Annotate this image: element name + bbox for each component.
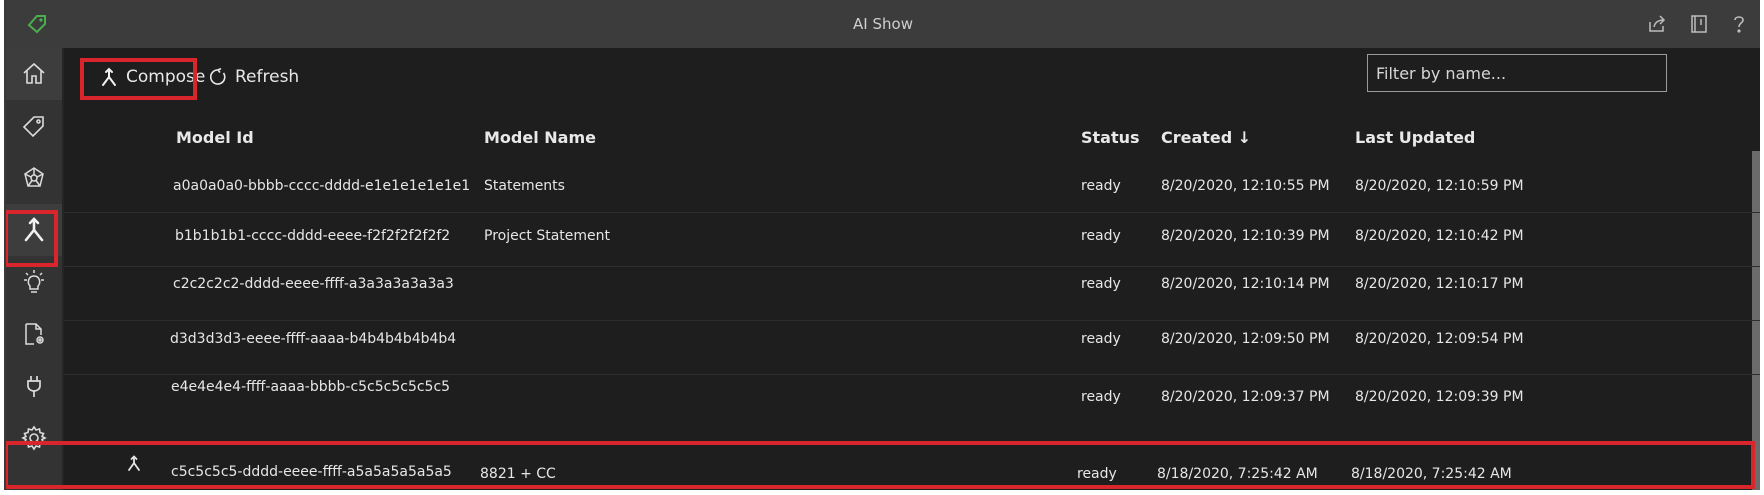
home-icon (23, 62, 45, 84)
plug-icon (27, 376, 41, 397)
model-icon (24, 167, 44, 187)
last-updated-cell: 8/18/2020, 7:25:42 AM (1351, 466, 1512, 482)
sidebar-item-model[interactable] (6, 152, 62, 204)
last-updated-cell: 8/20/2020, 12:10:17 PM (1355, 276, 1524, 292)
filter-input[interactable] (1367, 54, 1667, 92)
window-title: AI Show (853, 15, 913, 33)
title-bar: AI Show (6, 0, 1760, 49)
app-window: AI Show Compose Refresh Filter by name..… (4, 0, 1760, 490)
status-cell: ready (1081, 276, 1121, 292)
sidebar-item-settings[interactable] (6, 412, 62, 464)
sidebar-item-tags[interactable] (6, 100, 62, 152)
created-cell: 8/18/2020, 7:25:42 AM (1157, 466, 1318, 482)
column-header-last-updated[interactable]: Last Updated (1355, 128, 1475, 147)
last-updated-cell: 8/20/2020, 12:10:42 PM (1355, 228, 1524, 244)
compose-label: Compose (126, 67, 206, 87)
compose-icon (102, 67, 116, 86)
compose-icon (24, 217, 44, 242)
sidebar-item-document-settings[interactable] (6, 308, 62, 360)
book-icon[interactable] (1688, 13, 1710, 39)
column-header-created[interactable]: Created ↓ (1161, 128, 1251, 147)
sidebar-item-predict[interactable] (6, 256, 62, 308)
created-cell: 8/20/2020, 12:10:39 PM (1161, 228, 1330, 244)
model-id-cell: c2c2c2c2-dddd-eeee-ffff-a3a3a3a3a3a3 (173, 276, 454, 292)
model-name-cell: 8821 + CC (480, 466, 556, 482)
last-updated-cell: 8/20/2020, 12:09:39 PM (1355, 389, 1524, 405)
column-header-model-name[interactable]: Model Name (484, 128, 596, 147)
sidebar-item-home[interactable] (6, 48, 62, 100)
status-cell: ready (1081, 389, 1121, 405)
column-header-model-id[interactable]: Model Id (176, 128, 254, 147)
gear-icon (21, 425, 47, 451)
sidebar (6, 48, 62, 490)
help-icon[interactable] (1728, 13, 1750, 39)
table-row[interactable]: e4e4e4e4-ffff-aaaa-bbbb-c5c5c5c5c5c5 rea… (64, 374, 1760, 444)
table-row[interactable]: b1b1b1b1-cccc-dddd-eeee-f2f2f2f2f2f2 Pro… (64, 212, 1760, 267)
sidebar-item-connections[interactable] (6, 360, 62, 412)
compose-button[interactable]: Compose (100, 64, 205, 90)
refresh-icon (210, 68, 226, 85)
last-updated-cell: 8/20/2020, 12:10:59 PM (1355, 178, 1524, 194)
tag-icon (22, 116, 44, 138)
status-cell: ready (1081, 178, 1121, 194)
table-row[interactable]: c2c2c2c2-dddd-eeee-ffff-a3a3a3a3a3a3 rea… (64, 266, 1760, 321)
status-cell: ready (1081, 331, 1121, 347)
sidebar-item-compose[interactable] (6, 204, 62, 256)
composed-model-icon (126, 454, 142, 476)
column-header-status[interactable]: Status (1081, 128, 1140, 147)
model-id-cell: b1b1b1b1-cccc-dddd-eeee-f2f2f2f2f2f2 (175, 228, 451, 244)
table-row-composed-model[interactable]: c5c5c5c5-dddd-eeee-ffff-a5a5a5a5a5a5 882… (64, 444, 1760, 490)
status-cell: ready (1077, 466, 1117, 482)
table-row[interactable]: a0a0a0a0-bbbb-cccc-dddd-e1e1e1e1e1e1 Sta… (64, 158, 1760, 213)
status-cell: ready (1081, 228, 1121, 244)
model-id-cell: c5c5c5c5-dddd-eeee-ffff-a5a5a5a5a5a5 (171, 464, 452, 480)
model-id-cell: e4e4e4e4-ffff-aaaa-bbbb-c5c5c5c5c5c5 (171, 379, 451, 395)
model-id-cell: a0a0a0a0-bbbb-cccc-dddd-e1e1e1e1e1e1 (173, 178, 471, 194)
model-name-cell: Project Statement (484, 228, 611, 244)
document-settings-icon (25, 323, 44, 345)
created-cell: 8/20/2020, 12:09:50 PM (1161, 331, 1330, 347)
model-name-cell: Statements (484, 178, 565, 194)
lightbulb-icon (24, 270, 44, 293)
model-id-cell: d3d3d3d3-eeee-ffff-aaaa-b4b4b4b4b4b4 (170, 331, 457, 347)
created-cell: 8/20/2020, 12:09:37 PM (1161, 389, 1330, 405)
refresh-label: Refresh (235, 67, 300, 87)
created-cell: 8/20/2020, 12:10:55 PM (1161, 178, 1330, 194)
share-icon[interactable] (1646, 13, 1668, 39)
last-updated-cell: 8/20/2020, 12:09:54 PM (1355, 331, 1524, 347)
refresh-button[interactable]: Refresh (209, 64, 299, 90)
created-cell: 8/20/2020, 12:10:14 PM (1161, 276, 1330, 292)
table-row[interactable]: d3d3d3d3-eeee-ffff-aaaa-b4b4b4b4b4b4 rea… (64, 320, 1760, 375)
